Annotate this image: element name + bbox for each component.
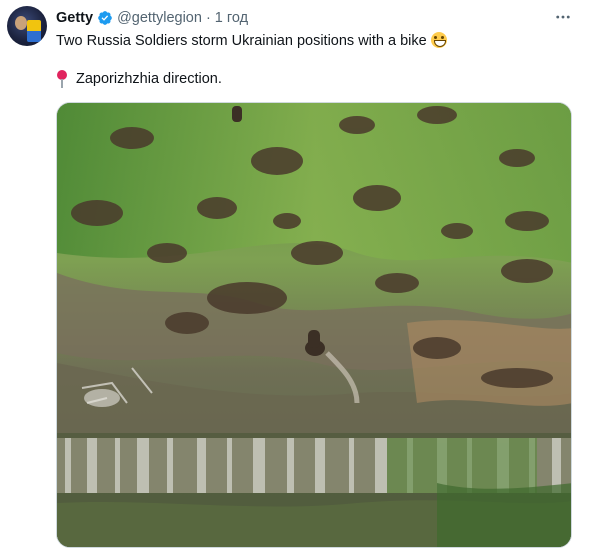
location-text: Zaporizhzhia direction. (76, 71, 222, 87)
author-name[interactable]: Getty (56, 10, 93, 26)
tweet-text-line1: Two Russia Soldiers storm Ukrainian posi… (56, 32, 447, 50)
avatar-flag (27, 20, 41, 42)
more-options-icon[interactable] (552, 8, 574, 26)
tweet-text: Two Russia Soldiers storm Ukrainian posi… (56, 33, 427, 49)
video-frame-image (57, 103, 571, 547)
tweet-header: Getty @gettylegion · 1 год (56, 9, 248, 27)
video-thumbnail[interactable] (56, 102, 572, 548)
grinning-face-emoji-icon (430, 32, 447, 48)
avatar-face (15, 16, 27, 30)
avatar[interactable] (7, 6, 47, 46)
tweet-card[interactable]: Getty @gettylegion · 1 год Two Russia So… (0, 0, 590, 553)
timestamp[interactable]: 1 год (215, 10, 248, 26)
separator-dot: · (205, 10, 211, 26)
tweet-text-line2: Zaporizhzhia direction. (56, 70, 222, 88)
author-handle[interactable]: @gettylegion (117, 10, 202, 26)
verified-badge-icon (97, 10, 113, 26)
round-pushpin-emoji-icon (56, 70, 68, 88)
